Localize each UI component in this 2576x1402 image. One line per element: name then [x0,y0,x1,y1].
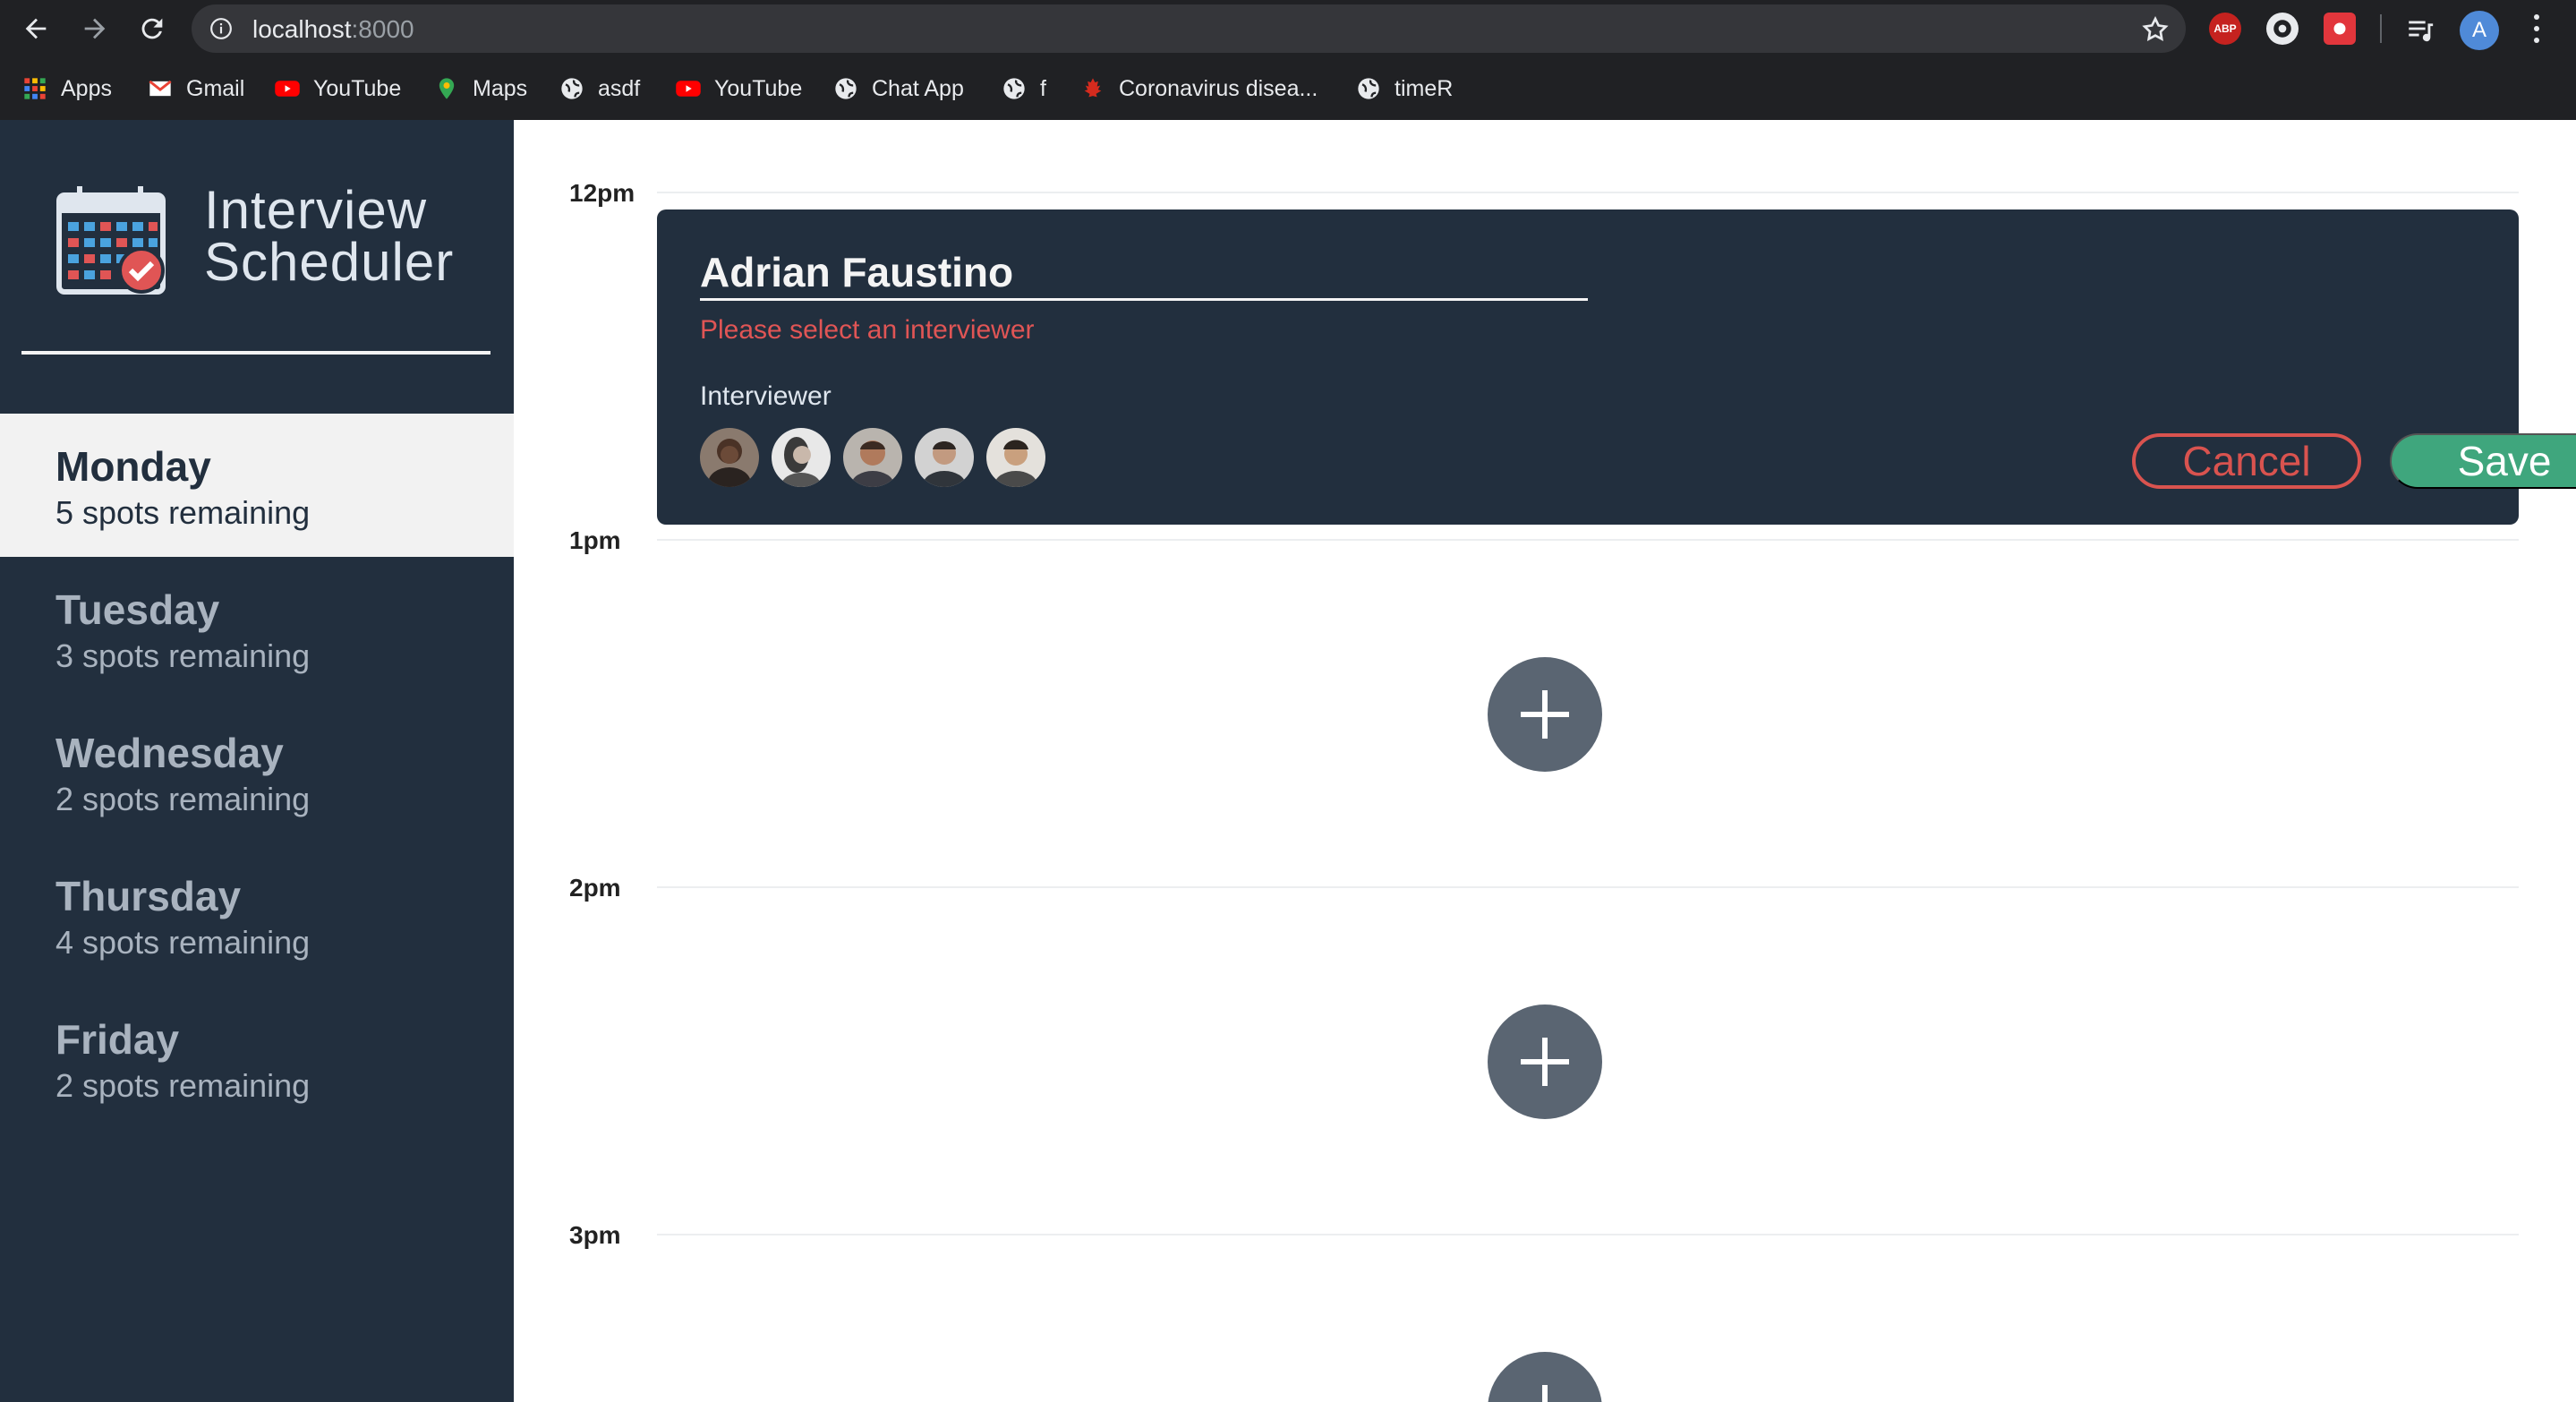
youtube-icon [675,75,702,102]
reload-icon [141,18,163,39]
reading-list-button[interactable] [2401,9,2440,48]
interviewer-avatar[interactable] [843,428,902,487]
day-item-wednesday[interactable]: Wednesday 2 spots remaining [0,700,514,843]
slot-divider [657,539,2519,541]
reload-button[interactable] [132,9,172,48]
interviewer-avatar[interactable] [915,428,974,487]
browser-toolbar: localhost:8000 ABP A [0,0,2576,57]
sidebar-separator [21,351,490,355]
plus-icon [1521,690,1569,739]
bookmarks-bar: Apps Gmail YouTube Maps asdf YouTube Cha… [0,57,2576,120]
info-icon[interactable] [209,17,233,40]
globe-icon [832,75,859,102]
extension-icon[interactable] [2266,13,2299,45]
globe-icon [559,75,585,102]
maple-leaf-icon [1079,75,1106,102]
calendar-logo-icon [56,186,166,295]
bookmark-apps[interactable]: Apps [21,72,112,106]
slot-divider [657,192,2519,193]
address-bar[interactable]: localhost:8000 [192,4,2186,53]
apps-grid-icon [21,75,48,102]
app-brand: Interview Scheduler [204,180,455,292]
save-button[interactable]: Save [2390,433,2576,489]
youtube-icon [274,75,301,102]
slot-time-label: 12pm [569,179,635,207]
add-appointment-button[interactable] [1488,657,1602,772]
appointment-form: Please select an interviewer Interviewer… [657,209,2576,525]
playlist-icon [2409,21,2434,42]
bookmark-chat-app[interactable]: Chat App [832,72,964,106]
bookmark-timer[interactable]: timeR [1355,72,1453,106]
browser-menu-icon[interactable] [2526,11,2547,47]
slot-divider [657,886,2519,888]
validation-error: Please select an interviewer [700,315,1035,345]
bookmark-star-icon[interactable] [2141,15,2170,44]
adblock-extension-icon[interactable]: ABP [2209,13,2241,45]
gmail-icon [147,75,174,102]
add-appointment-button[interactable] [1488,1352,1602,1402]
day-item-thursday[interactable]: Thursday 4 spots remaining [0,843,514,987]
day-item-friday[interactable]: Friday 2 spots remaining [0,987,514,1130]
student-name-input[interactable] [700,245,1588,301]
day-item-tuesday[interactable]: Tuesday 3 spots remaining [0,557,514,700]
sidebar: Interview Scheduler Monday 5 spots remai… [0,120,514,1402]
puzzle-extension-icon[interactable] [2324,13,2356,45]
url-text[interactable]: localhost:8000 [252,15,414,44]
add-appointment-button[interactable] [1488,1004,1602,1119]
day-item-monday[interactable]: Monday 5 spots remaining [0,414,514,557]
plus-icon [1542,1385,1548,1402]
bookmark-f[interactable]: f [1001,72,1046,106]
slot-time-label: 3pm [569,1221,621,1249]
bookmark-gmail[interactable]: Gmail [147,72,244,106]
interviewer-list [700,428,1058,487]
forward-button[interactable] [75,9,115,48]
globe-icon [1001,75,1028,102]
schedule-area: 12pm Please select an interviewer Interv… [514,120,2576,1402]
bookmark-coronavirus[interactable]: Coronavirus disea... [1079,72,1318,106]
bookmark-maps[interactable]: Maps [433,72,527,106]
slot-divider [657,1234,2519,1235]
bookmark-asdf[interactable]: asdf [559,72,640,106]
interviewer-label: Interviewer [700,381,832,411]
slot-time-label: 1pm [569,526,621,554]
cancel-button[interactable]: Cancel [2132,433,2361,489]
slot-time-label: 2pm [569,874,621,902]
interviewer-avatar[interactable] [986,428,1045,487]
interviewer-avatar[interactable] [700,428,759,487]
bookmark-youtube-1[interactable]: YouTube [274,72,401,106]
arrow-left-icon [25,18,47,39]
back-button[interactable] [16,9,55,48]
maps-pin-icon [433,75,460,102]
interviewer-avatar[interactable] [772,428,831,487]
toolbar-divider [2380,14,2382,43]
bookmark-youtube-2[interactable]: YouTube [675,72,802,106]
plus-icon [1521,1038,1569,1086]
arrow-right-icon [84,18,106,39]
profile-avatar[interactable]: A [2460,11,2499,50]
globe-icon [1355,75,1382,102]
